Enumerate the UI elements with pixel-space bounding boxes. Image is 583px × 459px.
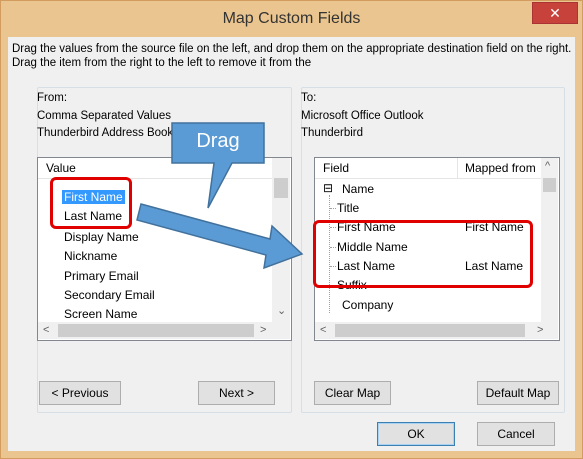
- from-source-type: Comma Separated Values: [37, 110, 172, 122]
- tree-branch: [330, 208, 336, 209]
- dialog-title: Map Custom Fields: [222, 10, 361, 27]
- clear-map-label: Clear Map: [324, 386, 381, 400]
- previous-button-label: < Previous: [51, 386, 109, 400]
- ok-button[interactable]: OK: [377, 422, 455, 446]
- from-vscroll-thumb[interactable]: [274, 178, 288, 198]
- from-vertical-scrollbar[interactable]: ⌄: [272, 158, 290, 322]
- collapse-icon[interactable]: ⊟: [323, 182, 333, 194]
- close-button[interactable]: ✕: [532, 2, 578, 24]
- scroll-left-icon[interactable]: <: [320, 324, 326, 336]
- ok-button-label: OK: [407, 427, 425, 441]
- to-vscroll-thumb[interactable]: [543, 178, 556, 192]
- title-bar[interactable]: Map Custom Fields ✕: [1, 1, 582, 37]
- from-hscroll-thumb[interactable]: [58, 324, 254, 337]
- to-vertical-scrollbar[interactable]: ^: [541, 158, 558, 322]
- to-dest-type: Microsoft Office Outlook: [301, 110, 424, 122]
- highlight-box-source: [50, 177, 132, 229]
- highlight-box-destination: [313, 220, 533, 288]
- to-item-name-root[interactable]: Name: [342, 182, 374, 196]
- default-map-label: Default Map: [485, 386, 551, 400]
- next-button[interactable]: Next >: [198, 381, 275, 405]
- from-item-display-name[interactable]: Display Name: [64, 230, 139, 244]
- field-column-label[interactable]: Field: [323, 161, 349, 175]
- column-divider[interactable]: [457, 158, 458, 178]
- to-label: To:: [301, 92, 317, 104]
- cancel-button-label: Cancel: [497, 427, 535, 441]
- scroll-right-icon[interactable]: >: [260, 324, 266, 336]
- from-item-screen-name[interactable]: Screen Name: [64, 307, 137, 321]
- scroll-up-icon[interactable]: ^: [545, 160, 550, 172]
- scroll-down-icon[interactable]: ⌄: [277, 304, 286, 317]
- to-item-company[interactable]: Company: [342, 298, 393, 312]
- from-item-nickname[interactable]: Nickname: [64, 249, 117, 263]
- to-horizontal-scrollbar[interactable]: < >: [315, 322, 558, 339]
- to-item-title[interactable]: Title: [337, 201, 359, 215]
- cancel-button[interactable]: Cancel: [477, 422, 555, 446]
- scroll-right-icon[interactable]: >: [537, 324, 543, 336]
- from-item-secondary-email[interactable]: Secondary Email: [64, 288, 155, 302]
- next-button-label: Next >: [218, 386, 254, 400]
- scroll-left-icon[interactable]: <: [43, 324, 49, 336]
- from-horizontal-scrollbar[interactable]: < >: [38, 322, 290, 339]
- to-column-header[interactable]: Field Mapped from: [315, 158, 541, 179]
- to-hscroll-thumb[interactable]: [335, 324, 525, 337]
- from-label: From:: [37, 92, 68, 104]
- from-item-primary-email[interactable]: Primary Email: [64, 269, 139, 283]
- from-column-header[interactable]: Value: [38, 158, 272, 179]
- previous-button[interactable]: < Previous: [39, 381, 121, 405]
- instructions-text: Drag the values from the source file on …: [12, 43, 572, 69]
- value-column-label: Value: [46, 161, 76, 175]
- clear-map-button[interactable]: Clear Map: [314, 381, 391, 405]
- to-dest-name: Thunderbird: [301, 127, 364, 139]
- default-map-button[interactable]: Default Map: [477, 381, 559, 405]
- mapped-from-column-label[interactable]: Mapped from: [465, 161, 536, 175]
- callout-text: Drag: [196, 130, 240, 152]
